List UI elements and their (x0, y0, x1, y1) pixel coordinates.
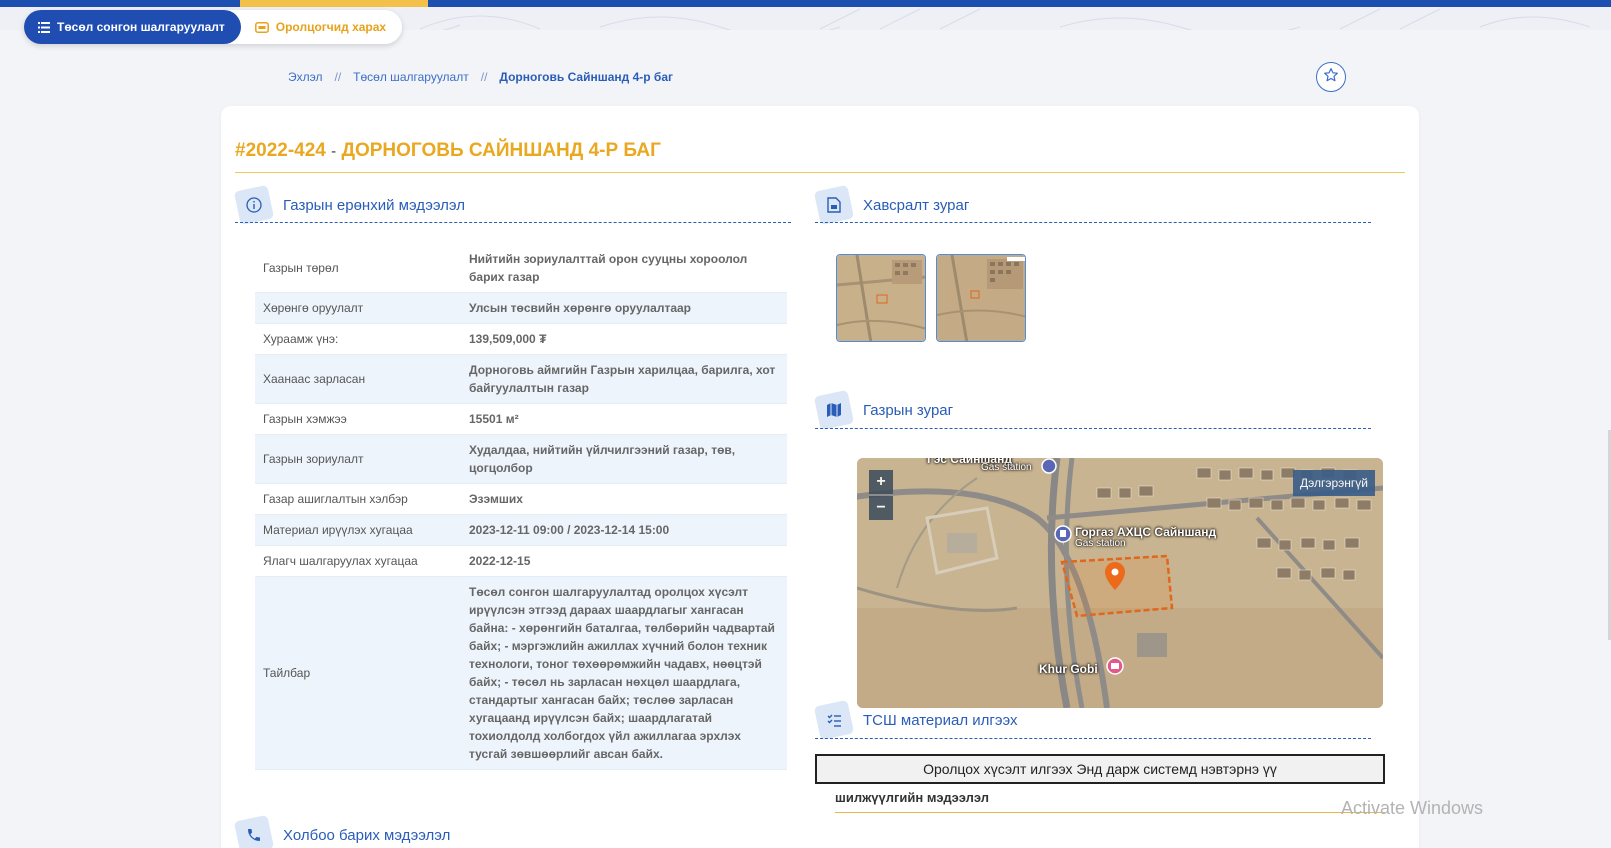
activate-windows-watermark: Activate Windows (1341, 798, 1484, 818)
breadcrumb-separator: // (334, 70, 342, 84)
table-row: Газрын зориулалт Худалдаа, нийтийн үйлчил… (255, 434, 787, 484)
banner-pattern (300, 8, 1591, 30)
table-row: Хөрөнгө оруулалт Улсын төсвийн хөрөнгө ор… (255, 292, 787, 324)
attachments-heading: Хавсралт зураг (813, 184, 970, 226)
row-value: Дорноговь аймгийн Газрын харилцаа, барил… (461, 354, 787, 404)
row-value: Нийтийн зориулалттай орон сууцны хорооло… (461, 244, 787, 293)
title-dash: - (331, 143, 337, 160)
contact-title: Холбоо барих мэдээлэл (283, 826, 451, 844)
land-map-title: Газрын зураг (863, 401, 954, 419)
map-details-button[interactable]: Дэлгэрэнгүй (1293, 470, 1375, 496)
row-label: Хаанаас зарласан (255, 354, 461, 404)
row-label: Тайлбар (255, 576, 461, 770)
land-map-divider (815, 428, 1371, 429)
breadcrumb-separator: // (480, 70, 488, 84)
row-value: Төсөл сонгон шалгаруулалтад оролцох хүсэ… (461, 576, 787, 770)
materials-heading: ТСШ материал илгээх (813, 699, 1018, 741)
attachments-title: Хавсралт зураг (863, 196, 970, 214)
breadcrumb-section[interactable]: Төсөл шалгаруулалт (353, 70, 469, 84)
map-icon (826, 402, 842, 418)
top-bar-highlight (240, 0, 428, 7)
apply-login-button[interactable]: Оролцох хүсэлт илгээх Энд дарж системд н… (815, 754, 1385, 784)
image-file-icon (827, 197, 841, 213)
row-label: Газрын зориулалт (255, 434, 461, 484)
row-label: Ялагч шалгаруулах хугацаа (255, 545, 461, 577)
general-info-divider (235, 222, 791, 223)
row-value: 2023-12-11 09:00 / 2023-12-14 15:00 (461, 514, 787, 546)
transfer-info-label: шилжүүлгийн мэдээлэл (835, 790, 989, 805)
star-icon (1323, 67, 1339, 88)
ticket-icon (254, 21, 269, 33)
row-value: 139,509,000 ₮ (461, 323, 787, 355)
contact-heading: Холбоо барих мэдээлэл (233, 814, 451, 848)
row-value: Худалдаа, нийтийн үйлчилгээний газар, тө… (461, 434, 787, 484)
header-nav: Төсөл сонгон шалгаруулалт Оролцогчид хар… (24, 10, 403, 44)
row-value: Эзэмших (461, 483, 787, 515)
row-label: Газрын төрөл (255, 244, 461, 293)
zoom-in-button[interactable]: + (869, 470, 893, 494)
table-row: Ялагч шалгаруулах хугацаа 2022-12-15 (255, 545, 787, 577)
title-divider (235, 172, 1405, 173)
map-label: Горгаз АХЦС Сайншанд (1075, 525, 1217, 539)
table-row: Газар ашиглалтын хэлбэр Эзэмших (255, 483, 787, 515)
table-row: Хураамж үнэ: 139,509,000 ₮ (255, 323, 787, 355)
map-label: Gas station (1075, 538, 1126, 549)
list-icon (38, 21, 50, 33)
info-icon (246, 197, 262, 213)
row-value: 15501 м² (461, 403, 787, 435)
row-value: 2022-12-15 (461, 545, 787, 577)
tender-code: #2022-424 (235, 140, 326, 161)
land-map[interactable]: + − Дэлгэрэнгүй Гэс Сайншанд Gas station… (857, 458, 1383, 708)
row-label: Газар ашиглалтын хэлбэр (255, 483, 461, 515)
satellite-thumbnail-image (837, 255, 925, 341)
breadcrumb: Эхлэл // Төсөл шалгаруулалт // Дорноговь… (288, 70, 673, 84)
tender-title: ДОРНОГОВЬ САЙНШАНД 4-Р БАГ (341, 140, 661, 161)
land-info-table: Газрын төрөл Нийтийн зориулалттай орон су… (255, 244, 787, 770)
transfer-info-divider (835, 812, 1385, 813)
satellite-thumbnail-image (937, 255, 1025, 341)
participants-nav-button[interactable]: Оролцогчид харах (241, 10, 402, 44)
row-label: Материал ирүүлэх хугацаа (255, 514, 461, 546)
zoom-out-button[interactable]: − (869, 496, 893, 520)
row-value: Улсын төсвийн хөрөнгө оруулалтаар (461, 292, 787, 324)
materials-title: ТСШ материал илгээх (863, 711, 1018, 729)
participants-nav-label: Оролцогчид харах (275, 20, 387, 34)
favorite-button[interactable] (1316, 62, 1346, 92)
page-title: #2022-424 - ДОРНОГОВЬ САЙНШАНД 4-Р БАГ (235, 140, 661, 162)
map-label: Gas station (981, 462, 1032, 473)
attachment-thumbnail[interactable] (936, 254, 1026, 342)
detail-card: #2022-424 - ДОРНОГОВЬ САЙНШАНД 4-Р БАГ Г… (221, 106, 1419, 848)
phone-icon (246, 827, 262, 843)
row-label: Хураамж үнэ: (255, 323, 461, 355)
breadcrumb-home[interactable]: Эхлэл (288, 70, 323, 84)
table-row: Материал ирүүлэх хугацаа 2023-12-11 09:00… (255, 514, 787, 546)
table-row: Тайлбар Төсөл сонгон шалгаруулалтад оролц… (255, 576, 787, 770)
attachment-thumbnail[interactable] (836, 254, 926, 342)
general-info-title: Газрын ерөнхий мэдээлэл (283, 196, 466, 214)
row-label: Газрын хэмжээ (255, 403, 461, 435)
table-row: Газрын төрөл Нийтийн зориулалттай орон су… (255, 244, 787, 293)
checklist-icon (826, 712, 842, 728)
general-info-heading: Газрын ерөнхий мэдээлэл (233, 184, 466, 226)
tender-nav-label: Төсөл сонгон шалгаруулалт (57, 20, 225, 34)
attachments-divider (815, 222, 1371, 223)
breadcrumb-current: Дорноговь Сайншанд 4-р баг (499, 70, 674, 84)
table-row: Хаанаас зарласан Дорноговь аймгийн Газрын… (255, 354, 787, 404)
materials-divider (815, 738, 1371, 739)
row-label: Хөрөнгө оруулалт (255, 292, 461, 324)
table-row: Газрын хэмжээ 15501 м² (255, 403, 787, 435)
map-label: Khur Gobi (1039, 662, 1098, 676)
land-map-heading: Газрын зураг (813, 389, 954, 431)
tender-nav-button[interactable]: Төсөл сонгон шалгаруулалт (24, 10, 241, 44)
